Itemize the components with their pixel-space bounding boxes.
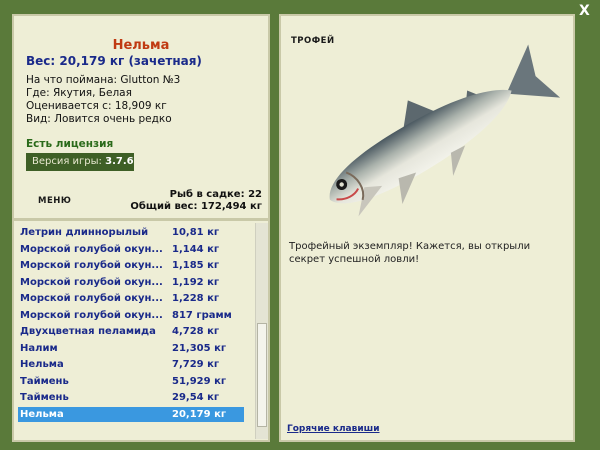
hotkeys-link[interactable]: Горячие клавиши	[287, 424, 380, 434]
fish-list-weight: 7,729 кг	[172, 359, 220, 370]
fish-list-row[interactable]: Таймень 51,929 кг	[18, 374, 244, 389]
fish-list-row[interactable]: Нельма 7,729 кг	[18, 357, 244, 372]
fish-list-weight: 1,144 кг	[172, 243, 220, 255]
fish-list-name: Морской голубой окун...	[20, 309, 163, 321]
fish-list-row[interactable]: Двухцветная пеламида 4,728 кг	[18, 324, 244, 339]
fish-list-weight: 10,81 кг	[172, 227, 220, 238]
fish-list-weight: 1,192 кг	[172, 276, 220, 288]
place-info: Где: Якутия, Белая	[26, 87, 132, 99]
fish-weight: Вес: 20,179 кг (зачетная)	[26, 54, 202, 68]
fish-list-row[interactable]: Морской голубой окун... 1,185 кг	[18, 258, 244, 273]
fish-list-weight: 20,179 кг	[172, 408, 227, 420]
trophy-panel: ТРОФЕЙ Трофейный экземпляр! Кажется, вы …	[279, 14, 575, 442]
scroll-thumb[interactable]	[257, 323, 267, 427]
fish-list-row[interactable]: Летрин длиннорылый 10,81 кг	[18, 225, 244, 240]
fish-list-row[interactable]: Морской голубой окун... 1,192 кг	[18, 275, 244, 290]
fish-list-row[interactable]: Морской голубой окун... 1,228 кг	[18, 291, 244, 306]
fish-list-name: Нельма	[20, 408, 64, 420]
fish-list-name: Двухцветная пеламида	[20, 326, 156, 337]
fish-list-row[interactable]: Морской голубой окун... 817 грамм	[18, 308, 244, 323]
fish-list-name: Летрин длиннорылый	[20, 227, 149, 238]
fish-name: Нельма	[112, 38, 170, 53]
version-badge: Версия игры: 3.7.6	[26, 153, 134, 171]
fish-list-weight: 21,305 кг	[172, 342, 227, 354]
fish-list-name: Морской голубой окун...	[20, 260, 163, 271]
fish-list-name: Налим	[20, 342, 58, 354]
fish-image	[329, 44, 561, 217]
close-button[interactable]: X	[579, 3, 590, 19]
fish-list-row[interactable]: Морской голубой окун... 1,144 кг	[18, 242, 244, 257]
fish-list-name: Нельма	[20, 359, 64, 370]
menu-link[interactable]: МЕНЮ	[38, 196, 71, 206]
catch-info-panel: Нельма Вес: 20,179 кг (зачетная) На что …	[12, 14, 270, 220]
fish-list-panel: Летрин длиннорылый 10,81 кг Морской голубо…	[12, 219, 270, 442]
cage-total-weight: Общий вес: 172,494 кг	[130, 201, 262, 212]
fish-list-name: Морской голубой окун...	[20, 276, 163, 288]
fish-list-weight: 1,228 кг	[172, 293, 220, 304]
kind-info: Вид: Ловится очень редко	[26, 113, 172, 125]
trophy-description: Трофейный экземпляр! Кажется, вы открыли…	[289, 241, 531, 265]
license-status: Есть лицензия	[26, 138, 114, 150]
fish-list-name: Таймень	[20, 392, 69, 403]
cage-count: Рыб в садке: 22	[169, 189, 262, 200]
lure-info: На что поймана: Glutton №3	[26, 74, 181, 86]
version-number: 3.7.6	[105, 156, 134, 167]
fish-list-row[interactable]: Таймень 29,54 кг	[18, 390, 244, 405]
version-label: Версия игры:	[32, 156, 106, 167]
cage-summary: Рыб в садке: 22 Общий вес: 172,494 кг	[130, 189, 262, 213]
fish-list-name: Морской голубой окун...	[20, 293, 163, 304]
fish-list-weight: 1,185 кг	[172, 260, 220, 271]
list-scrollbar[interactable]	[255, 223, 268, 439]
fish-list-row[interactable]: Налим 21,305 кг	[18, 341, 244, 356]
fish-list-weight: 29,54 кг	[172, 392, 220, 403]
fish-list-weight: 51,929 кг	[172, 375, 227, 387]
fish-list-weight: 4,728 кг	[172, 326, 220, 337]
fish-list-weight: 817 грамм	[172, 309, 232, 321]
value-info: Оценивается с: 18,909 кг	[26, 100, 167, 112]
fish-list-name: Таймень	[20, 375, 69, 387]
fish-list-name: Морской голубой окун...	[20, 243, 163, 255]
fish-list-row[interactable]: Нельма 20,179 кг	[18, 406, 244, 422]
